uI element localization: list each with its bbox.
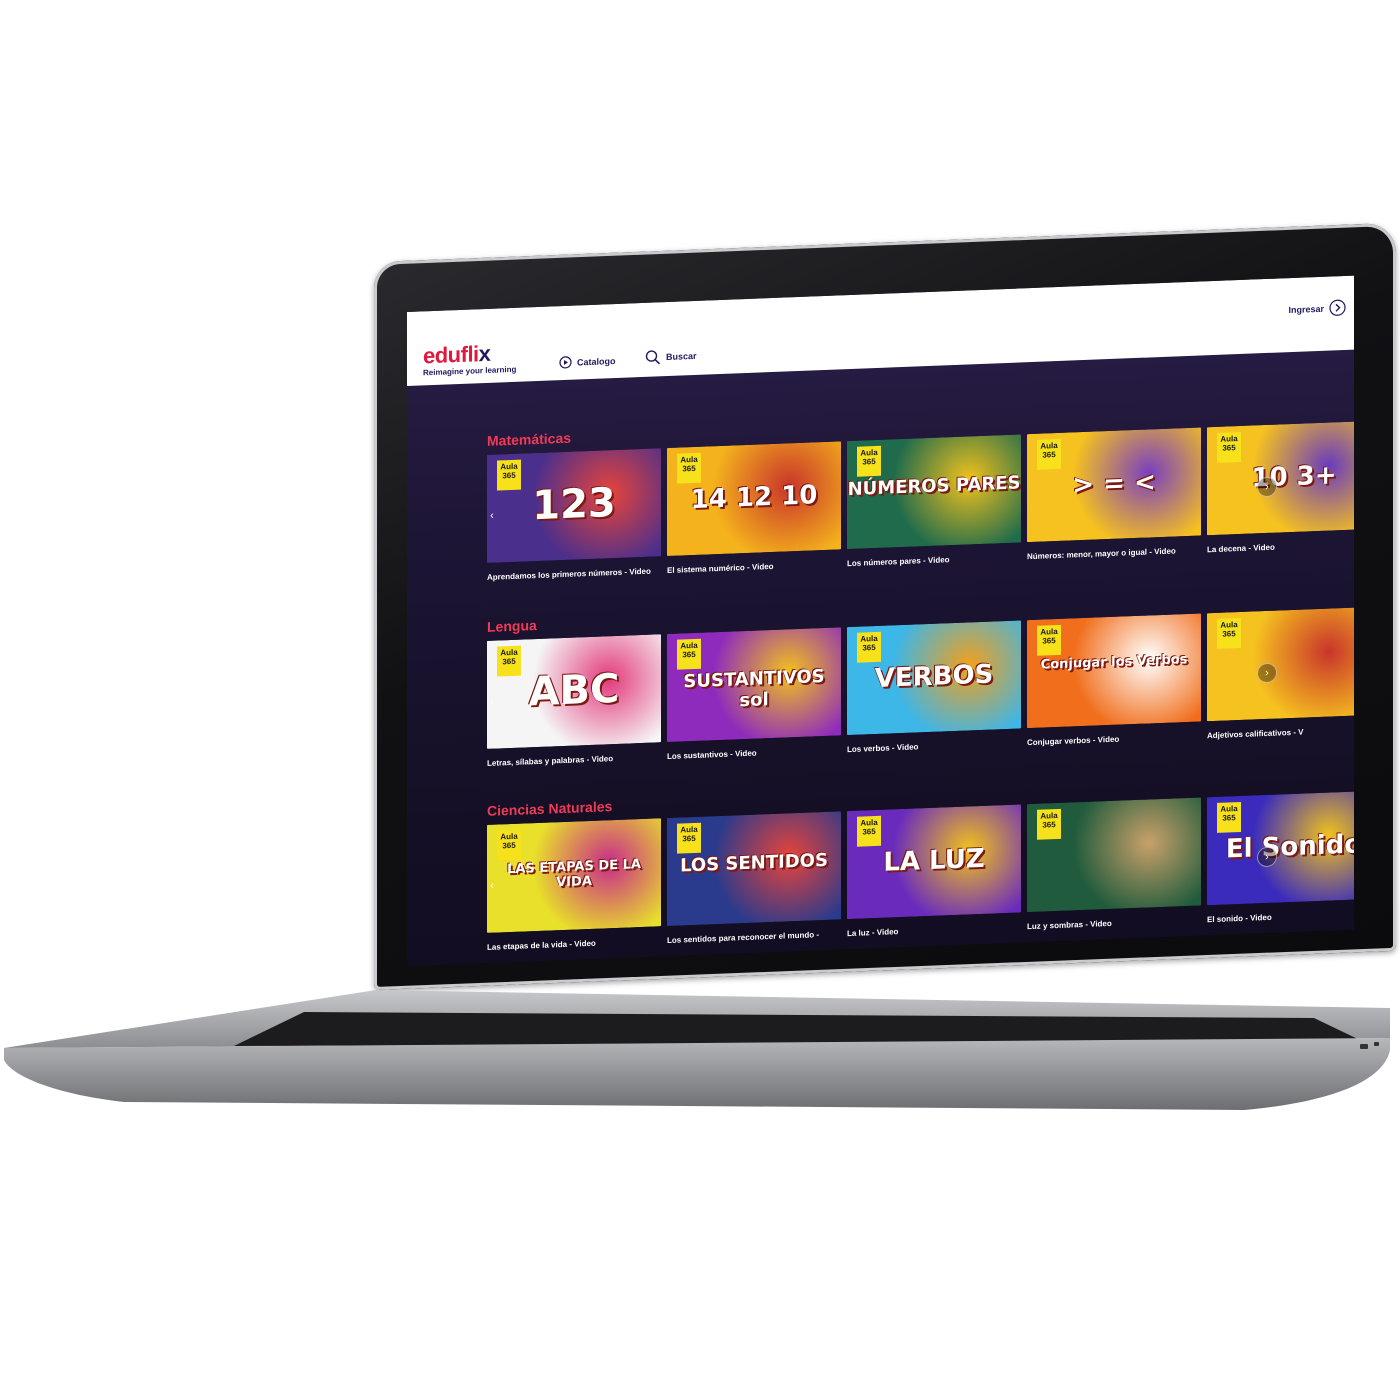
video-caption[interactable]: Los números pares - Video [847,555,950,568]
video-card[interactable]: > = < Aula 365 [1027,427,1201,543]
video-card[interactable]: Conjugar los Verbos Aula 365 [1027,613,1201,729]
aula365-badge: Aula 365 [497,459,521,491]
video-caption[interactable]: Los sentidos para reconocer el mundo - [667,930,819,945]
aula365-badge: Aula 365 [1217,431,1241,463]
logo-word: edufli [423,341,479,369]
badge-line2: 365 [502,656,516,667]
badge-line2: 365 [502,840,516,851]
video-caption[interactable]: Los sustantivos - Video [667,749,757,761]
eduflix-logo[interactable]: eduflix Reimagine your learning [423,340,516,378]
video-card[interactable]: LOS SENTIDOS Aula 365 [667,811,841,927]
badge-line2: 365 [1042,450,1056,460]
nav-catalogo-link[interactable]: Catalogo [559,354,616,369]
badge-line2: 365 [682,833,696,844]
video-card[interactable]: Aula 365 [1207,606,1354,722]
video-card[interactable]: SUSTANTIVOS sol Aula 365 [667,627,841,743]
badge-line2: 365 [682,649,696,660]
nav-ingresar-link[interactable]: Ingresar [1288,299,1346,318]
aula365-badge: Aula 365 [1037,808,1061,840]
aula365-badge: Aula 365 [1037,438,1061,470]
badge-line1: Aula [1040,441,1058,451]
video-caption[interactable]: La decena - Video [1207,543,1275,555]
nav-buscar-link[interactable]: Buscar [645,348,697,366]
carousel-row-matematicas: 123 Aula 365 Aprendamos los primeros número… [487,420,1354,595]
badge-line2: 365 [862,642,876,653]
badge-line1: Aula [680,640,698,651]
aula365-badge: Aula 365 [1217,617,1241,649]
badge-line1: Aula [680,824,698,835]
search-icon [645,350,661,365]
badge-line2: 365 [502,470,516,481]
laptop-screen: eduflix Reimagine your learning Catalogo… [407,275,1354,966]
video-card[interactable]: El Sonido Aula 365 [1207,790,1354,906]
video-card[interactable]: LA LUZ Aula 365 [847,804,1021,920]
video-card[interactable]: VERBOS Aula 365 [847,620,1021,736]
aula365-badge: Aula 365 [857,631,881,663]
badge-line2: 365 [1222,629,1236,639]
aula365-badge: Aula 365 [1217,801,1241,833]
video-card[interactable]: Aula 365 [1027,797,1201,913]
badge-line1: Aula [1040,811,1058,821]
video-card[interactable]: NÚMEROS PARES Aula 365 [847,434,1021,550]
carousel-row-lengua: ABC Aula 365 Letras, sílabas y palabras - V… [487,606,1354,781]
video-caption[interactable]: Luz y sombras - Video [1027,919,1112,931]
video-caption[interactable]: Los verbos - Video [847,742,918,754]
video-card[interactable]: ABC Aula 365 [487,634,661,749]
badge-line1: Aula [680,454,698,465]
aula365-badge: Aula 365 [497,645,521,677]
laptop-base [4,990,1390,1130]
section-title-matematicas: Matemáticas [487,429,572,449]
video-caption[interactable]: Aprendamos los primeros números - Video [487,567,651,582]
nav-catalogo-label: Catalogo [577,355,616,367]
video-caption[interactable]: Adjetivos calificativos - V [1207,728,1303,741]
video-card[interactable]: 14 12 10 Aula 365 [667,441,841,557]
video-card[interactable]: LAS ETAPAS DE LA VIDA Aula 365 [487,818,661,933]
thumbnail-title: El Sonido [1225,829,1354,865]
badge-line2: 365 [862,826,876,837]
video-caption[interactable]: Letras, sílabas y palabras - Video [487,754,613,768]
aula365-badge: Aula 365 [677,822,701,854]
badge-line2: 365 [1222,813,1236,823]
aula365-badge: Aula 365 [857,445,881,477]
thumbnail-title: 10 3+ [1251,460,1337,494]
video-card[interactable]: 10 3+ Aula 365 [1207,420,1354,536]
section-title-lengua: Lengua [487,617,537,635]
badge-line2: 365 [1222,443,1236,453]
arrow-right-circle-icon [1329,299,1346,316]
aula365-badge: Aula 365 [857,815,881,847]
badge-line2: 365 [1042,636,1056,646]
aula365-badge: Aula 365 [497,829,521,861]
play-circle-icon [559,356,572,369]
video-caption[interactable]: Las etapas de la vida - Video [487,939,596,952]
aula365-badge: Aula 365 [1037,624,1061,656]
video-caption[interactable]: Números: menor, mayor o igual - Video [1027,546,1176,561]
section-title-ciencias: Ciencias Naturales [487,798,613,819]
aula365-badge: Aula 365 [677,638,701,670]
video-caption[interactable]: El sonido - Video [1207,913,1272,924]
nav-ingresar-label: Ingresar [1288,303,1324,315]
video-card[interactable]: 123 Aula 365 [487,448,661,563]
thumbnail-title: SUSTANTIVOS sol [683,665,825,712]
badge-line2: 365 [862,456,876,467]
video-caption[interactable]: El sistema numérico - Video [667,562,774,575]
badge-line1: Aula [1040,627,1058,637]
video-caption[interactable]: La luz - Video [847,927,898,938]
badge-line2: 365 [1042,820,1056,830]
badge-line2: 365 [682,463,696,474]
video-caption[interactable]: Conjugar verbos - Video [1027,735,1119,748]
nav-buscar-label: Buscar [666,350,697,363]
logo-x: x [478,340,491,367]
aula365-badge: Aula 365 [677,452,701,484]
